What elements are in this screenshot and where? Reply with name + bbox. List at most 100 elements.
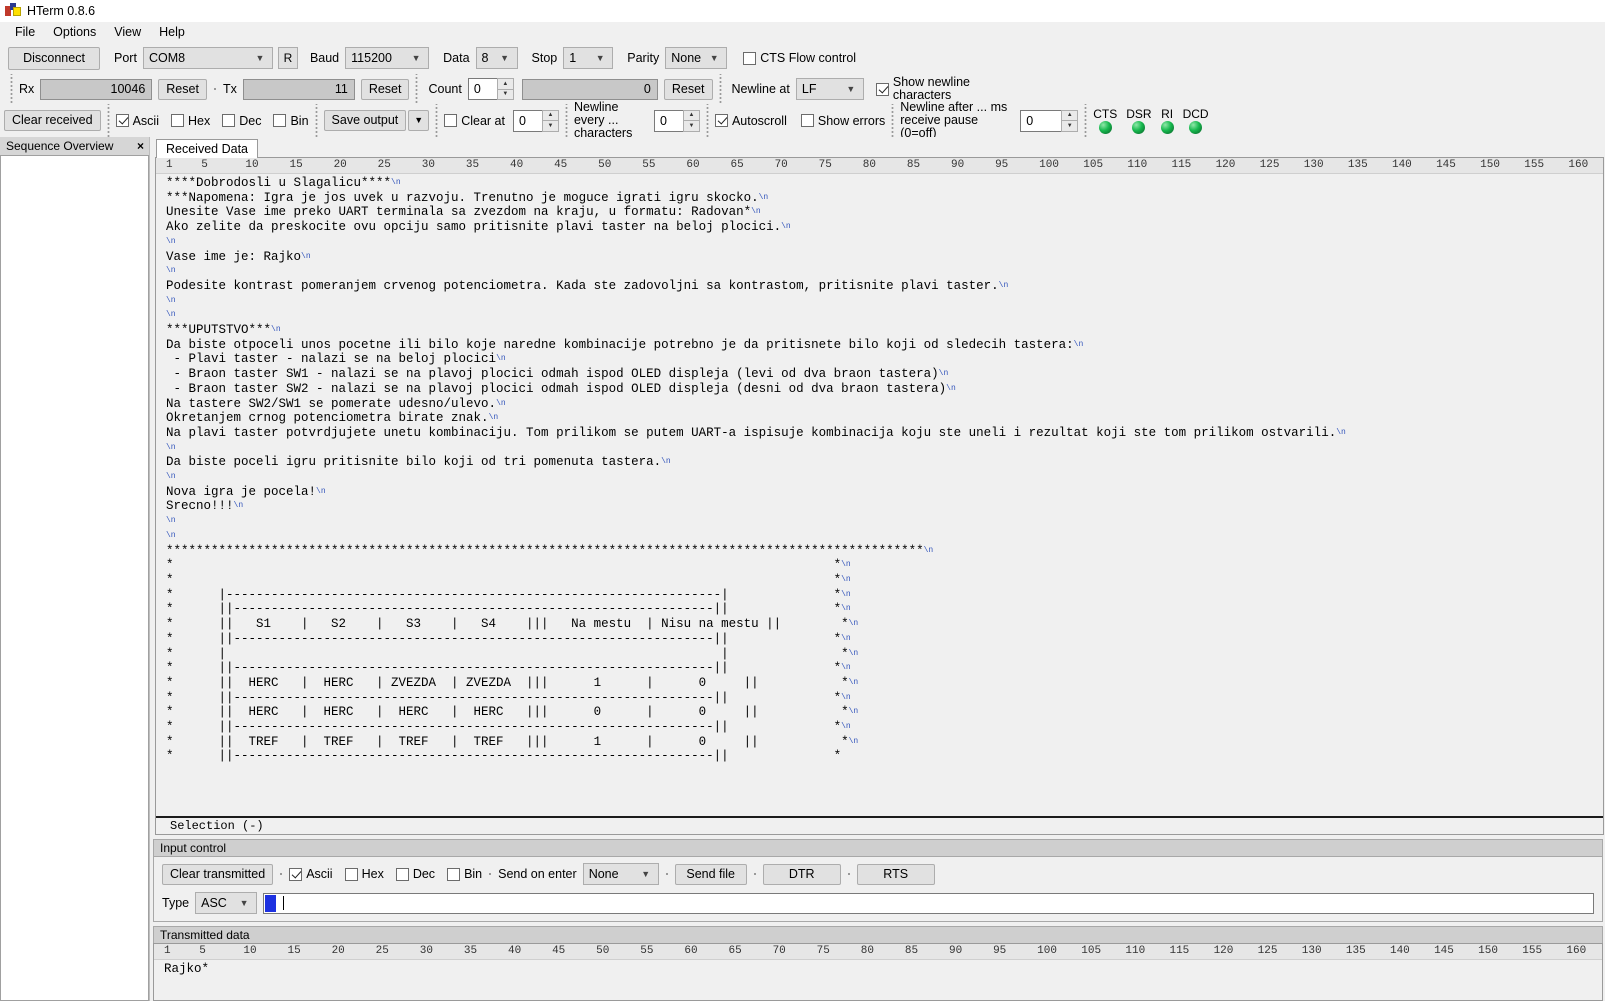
sequence-overview-panel: Sequence Overview × [0, 137, 150, 1001]
port-select[interactable]: COM8 ▼ [142, 47, 273, 69]
input-control-row-bottom: Type ASC ▼ [162, 892, 1594, 914]
toolbar-grip[interactable] [717, 74, 723, 104]
cts-flow-control-checkbox[interactable]: CTS Flow control [743, 51, 856, 65]
terminal-line: Unesite Vase ime preko UART terminala sa… [166, 205, 761, 220]
toolbar-grip[interactable] [890, 104, 896, 137]
terminal-line: * | | *\n [166, 646, 859, 661]
menu-item-options[interactable]: Options [44, 23, 105, 41]
count-stepper[interactable]: 0 ▲ ▼ [467, 78, 514, 100]
terminal-line: \n [166, 529, 1603, 544]
baud-select[interactable]: 115200 ▼ [345, 47, 430, 69]
newline-marker-icon: \n [758, 192, 769, 202]
ruler-tick: 135 [1347, 159, 1368, 171]
show-errors-checkbox[interactable]: Show errors [800, 113, 886, 128]
received-hex-checkbox[interactable]: Hex [171, 114, 210, 128]
toolbar-grip[interactable] [313, 104, 319, 137]
terminal-line: * *\n [166, 558, 851, 573]
ruler-tick: 85 [906, 159, 921, 171]
newline-marker-icon: \n [751, 207, 761, 217]
close-icon[interactable]: × [137, 139, 144, 153]
baud-select-value: 115200 [351, 51, 392, 65]
terminal-line: - Braon taster SW2 - nalazi se na plavoj… [166, 381, 956, 396]
checkbox-box [222, 114, 236, 127]
stepper-arrows[interactable]: ▲ ▼ [1061, 109, 1079, 132]
toolbar-grip[interactable] [434, 104, 440, 137]
dtr-button[interactable]: DTR [762, 863, 841, 885]
rx-reset-button[interactable]: Reset [158, 78, 207, 100]
rts-button[interactable]: RTS [856, 863, 935, 885]
toolbar-grip[interactable] [563, 104, 569, 137]
autoscroll-label: Autoscroll [731, 113, 787, 128]
received-data-text[interactable]: ****Dobrodosli u Slagalicu****\n ***Napom… [156, 174, 1603, 816]
sequence-overview-title: Sequence Overview [6, 139, 114, 153]
ruler-tick: 145 [1434, 945, 1454, 957]
ruler-tick: 145 [1436, 159, 1456, 171]
newline-after-ms-stepper[interactable]: 0 ▲ ▼ [1020, 109, 1079, 132]
data-bits-select[interactable]: 8 ▼ [475, 47, 518, 69]
checkbox-box [171, 114, 184, 127]
clear-transmitted-button[interactable]: Clear transmitted [162, 863, 274, 885]
input-cursor-block [265, 894, 277, 912]
transmit-dec-checkbox[interactable]: Dec [395, 867, 435, 881]
received-dec-checkbox[interactable]: Dec [222, 114, 261, 128]
stepper-up-icon: ▲ [682, 109, 700, 120]
stepper-arrows[interactable]: ▲ ▼ [682, 109, 700, 132]
stepper-arrows[interactable]: ▲ ▼ [541, 109, 559, 132]
newline-at-select[interactable]: LF ▼ [795, 78, 864, 100]
type-select[interactable]: ASC ▼ [195, 892, 258, 914]
menu-item-view[interactable]: View [105, 23, 150, 41]
save-output-button[interactable]: Save output [323, 110, 407, 131]
toolbar-grip[interactable] [414, 74, 420, 104]
received-ascii-checkbox[interactable]: Ascii [115, 114, 159, 128]
clear-at-checkbox[interactable]: Clear at [444, 114, 505, 128]
menu-item-help[interactable]: Help [150, 23, 194, 41]
transmit-ascii-checkbox[interactable]: Ascii [289, 867, 333, 881]
toolbar-grip[interactable] [1083, 104, 1089, 137]
sequence-overview-header: Sequence Overview × [0, 137, 149, 156]
disconnect-button[interactable]: Disconnect [8, 46, 100, 70]
transmit-input[interactable] [263, 892, 1594, 914]
checkbox-box [444, 114, 458, 127]
checkbox-box [800, 114, 814, 127]
led-ri: RI [1160, 108, 1174, 134]
clear-at-stepper[interactable]: 0 ▲ ▼ [512, 109, 559, 132]
led-dcd-label: DCD [1182, 107, 1209, 121]
ruler-tick: 130 [1303, 159, 1324, 171]
tx-reset-button[interactable]: Reset [360, 78, 410, 100]
send-on-enter-select[interactable]: None ▼ [582, 863, 659, 885]
parity-select[interactable]: None ▼ [665, 47, 728, 69]
show-errors-label: Show errors [817, 113, 886, 128]
received-bin-checkbox[interactable]: Bin [273, 114, 309, 128]
toolbar-grip[interactable] [9, 74, 14, 104]
show-newline-characters-checkbox[interactable]: Show newline characters [875, 76, 979, 102]
tab-received-data[interactable]: Received Data [156, 139, 258, 158]
ruler-tick: 100 [1037, 945, 1057, 957]
transmit-bin-checkbox[interactable]: Bin [447, 867, 482, 881]
newline-marker-icon: \n [841, 560, 851, 570]
rescan-ports-button[interactable]: R [277, 47, 298, 69]
newline-every-stepper[interactable]: 0 ▲ ▼ [653, 109, 700, 132]
menu-item-file[interactable]: File [6, 23, 44, 41]
ruler-tick: 120 [1213, 945, 1234, 957]
autoscroll-checkbox[interactable]: Autoscroll [714, 113, 787, 128]
transmitted-data-group: Transmitted data 1 5 10 15 20 25 30 35 40 45 50 55 6… [153, 926, 1603, 1001]
transmitted-data-text[interactable]: Rajko* [154, 960, 1602, 1000]
transmit-hex-checkbox[interactable]: Hex [344, 867, 384, 881]
toolbar-grip[interactable] [704, 104, 710, 137]
ruler-tick: 140 [1389, 945, 1410, 957]
transmit-bin-label: Bin [464, 867, 483, 881]
terminal-line: * || HERC | HERC | ZVEZDA | ZVEZDA ||| 1… [166, 675, 859, 690]
chevron-down-icon: ▼ [411, 52, 421, 63]
sequence-overview-list[interactable] [0, 156, 149, 1001]
clear-received-button[interactable]: Clear received [4, 110, 101, 131]
stop-bits-select[interactable]: 1 ▼ [563, 47, 614, 69]
ruler-tick: 120 [1215, 159, 1236, 171]
ruler-tick: 105 [1081, 945, 1102, 957]
save-output-dropdown-icon[interactable]: ▼ [408, 110, 430, 131]
count-reset-button[interactable]: Reset [663, 78, 713, 100]
led-dsr-label: DSR [1126, 107, 1152, 121]
stepper-arrows[interactable]: ▲ ▼ [496, 78, 514, 100]
newline-marker-icon: \n [271, 325, 281, 335]
send-file-button[interactable]: Send file [674, 863, 747, 885]
toolbar-grip[interactable] [105, 104, 111, 137]
